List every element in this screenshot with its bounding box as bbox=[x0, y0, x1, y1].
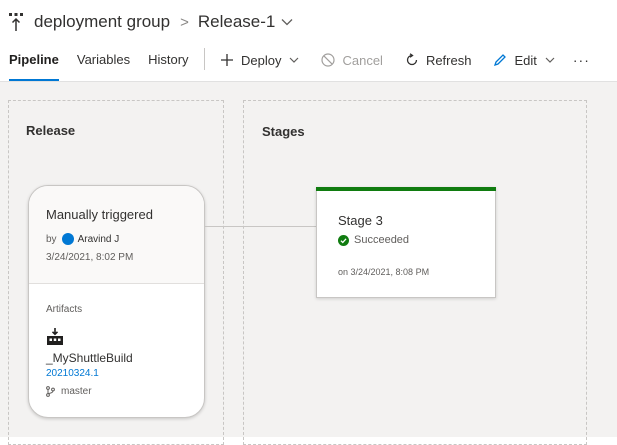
stage-status-bar bbox=[316, 187, 496, 191]
chevron-down-icon[interactable] bbox=[281, 18, 293, 26]
tab-history[interactable]: History bbox=[139, 47, 197, 81]
pencil-icon bbox=[494, 54, 507, 67]
breadcrumb-separator: > bbox=[180, 13, 189, 31]
pipeline-connector bbox=[205, 226, 316, 227]
deploy-button[interactable]: Deploy bbox=[220, 53, 299, 68]
branch-name: master bbox=[61, 386, 92, 397]
stage-date: on 3/24/2021, 8:08 PM bbox=[338, 267, 430, 277]
cancel-label: Cancel bbox=[342, 52, 383, 68]
tab-bar: Pipeline Variables History bbox=[0, 47, 198, 81]
plus-icon bbox=[221, 54, 233, 66]
avatar bbox=[61, 233, 74, 245]
check-circle-icon bbox=[338, 234, 349, 246]
toolbar: Deploy Cancel Refresh Edit ··· bbox=[220, 47, 590, 73]
artifact-name: _MyShuttleBuild bbox=[46, 351, 133, 365]
by-label: by bbox=[46, 233, 57, 245]
tab-pipeline[interactable]: Pipeline bbox=[0, 47, 68, 81]
stage-card[interactable]: Stage 3 Succeeded on 3/24/2021, 8:08 PM bbox=[316, 187, 496, 298]
triggered-by: by Aravind J bbox=[46, 233, 119, 245]
release-card[interactable]: Manually triggered by Aravind J 3/24/202… bbox=[28, 185, 205, 418]
stages-lane-title: Stages bbox=[262, 124, 305, 139]
refresh-button[interactable]: Refresh bbox=[405, 52, 472, 68]
header: deployment group > Release-1 Pipeline Va… bbox=[0, 0, 617, 82]
artifacts-label: Artifacts bbox=[46, 304, 83, 315]
refresh-label: Refresh bbox=[425, 52, 472, 68]
deploy-label: Deploy bbox=[241, 52, 282, 68]
cancel-button[interactable]: Cancel bbox=[321, 52, 383, 68]
stage-status: Succeeded bbox=[338, 234, 409, 246]
tab-variables[interactable]: Variables bbox=[68, 47, 139, 81]
refresh-icon bbox=[406, 53, 418, 66]
branch-icon bbox=[46, 386, 55, 397]
breadcrumb-release[interactable]: Release-1 bbox=[198, 12, 276, 32]
chevron-down-icon bbox=[545, 57, 555, 63]
edit-label: Edit bbox=[514, 52, 537, 68]
stage-status-label: Succeeded bbox=[354, 234, 410, 246]
artifact-branch: master bbox=[46, 386, 92, 397]
stage-name: Stage 3 bbox=[338, 213, 383, 228]
release-lane-title: Release bbox=[26, 123, 76, 138]
trigger-text: Manually triggered bbox=[46, 207, 153, 222]
toolbar-divider bbox=[204, 48, 205, 70]
build-artifact-icon bbox=[47, 328, 63, 345]
cancel-icon bbox=[321, 53, 336, 67]
edit-button[interactable]: Edit bbox=[493, 52, 555, 68]
breadcrumb: deployment group > Release-1 bbox=[8, 10, 293, 34]
user-name: Aravind J bbox=[77, 233, 120, 245]
pipeline-icon bbox=[9, 13, 23, 31]
breadcrumb-group[interactable]: deployment group bbox=[34, 12, 170, 32]
more-actions-icon[interactable]: ··· bbox=[573, 52, 590, 68]
release-date: 3/24/2021, 8:02 PM bbox=[46, 252, 134, 263]
artifact-version-link[interactable]: 20210324.1 bbox=[46, 368, 99, 379]
chevron-down-icon bbox=[290, 57, 299, 63]
